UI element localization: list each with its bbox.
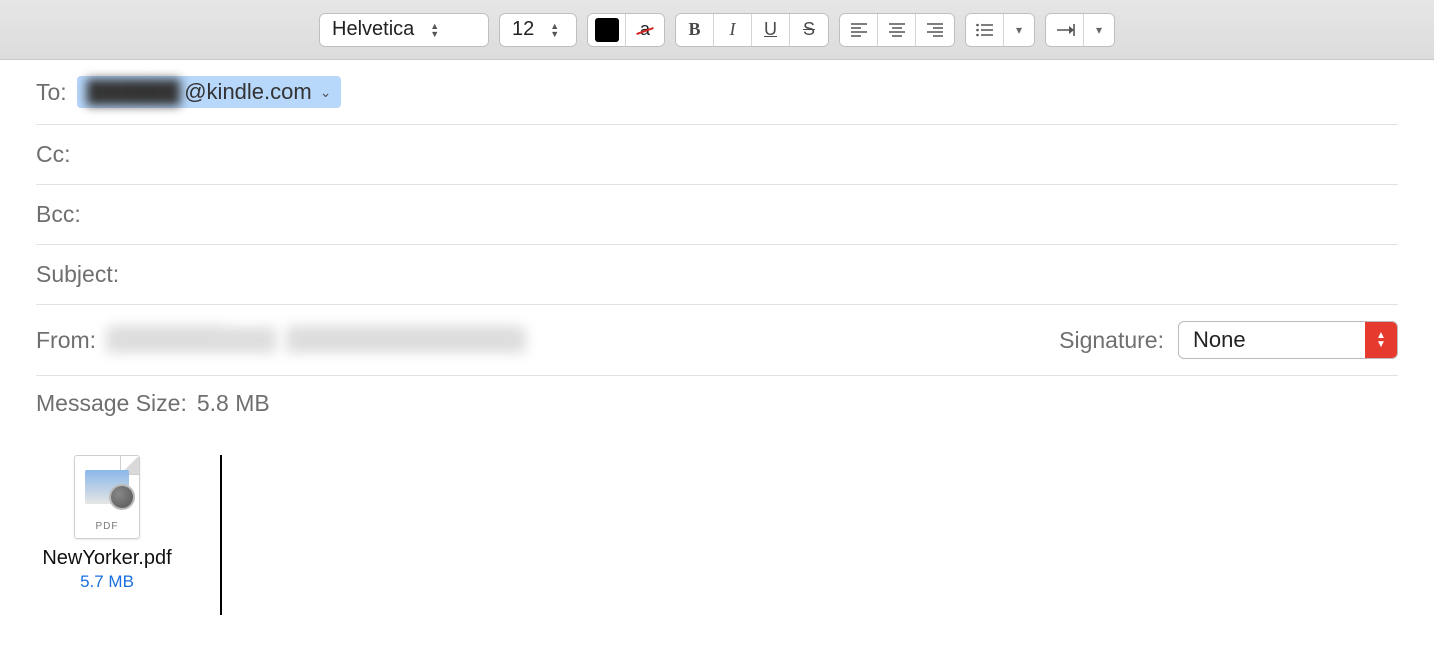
align-left-icon: [850, 23, 868, 37]
pdf-file-icon: PDF: [74, 455, 140, 539]
subject-row: Subject:: [36, 245, 1398, 305]
text-cursor: [220, 455, 222, 615]
bold-button[interactable]: B: [676, 14, 714, 46]
from-row: From: ██████████ ████████████████████ Si…: [36, 305, 1398, 376]
to-recipient-visible: @kindle.com: [184, 79, 312, 105]
to-row: To: ██████ @kindle.com ⌄: [36, 60, 1398, 125]
indent-button[interactable]: [1046, 14, 1084, 46]
cc-input[interactable]: [81, 141, 1399, 168]
from-name-hidden: ██████████: [106, 327, 276, 353]
align-right-button[interactable]: [916, 14, 954, 46]
font-family-value: Helvetica: [332, 18, 414, 41]
subject-input[interactable]: [129, 261, 1398, 288]
list-group: ▾: [965, 13, 1035, 47]
font-size-select[interactable]: 12 ▲▼: [499, 13, 577, 47]
indent-icon: [1055, 23, 1075, 37]
align-group: [839, 13, 955, 47]
bcc-row: Bcc:: [36, 185, 1398, 245]
cc-row: Cc:: [36, 125, 1398, 185]
attachment-filesize: 5.7 MB: [28, 572, 186, 592]
cc-label: Cc:: [36, 141, 71, 168]
align-center-icon: [888, 23, 906, 37]
pdf-thumbnail-icon: [85, 470, 129, 504]
text-color-button[interactable]: [588, 14, 626, 46]
align-right-icon: [926, 23, 944, 37]
from-label: From:: [36, 327, 96, 354]
indent-group: ▾: [1045, 13, 1115, 47]
chevron-down-icon: ▾: [1096, 23, 1102, 37]
align-left-button[interactable]: [840, 14, 878, 46]
bcc-label: Bcc:: [36, 201, 81, 228]
message-body[interactable]: PDF NewYorker.pdf 5.7 MB: [0, 431, 1434, 639]
signature-label: Signature:: [1059, 327, 1164, 354]
strikethrough-button[interactable]: S: [790, 14, 828, 46]
to-label: To:: [36, 79, 67, 106]
highlight-none-button[interactable]: a: [626, 14, 664, 46]
attachment[interactable]: PDF NewYorker.pdf 5.7 MB: [22, 455, 192, 592]
stepper-icon: ▲▼: [550, 22, 559, 38]
pdf-type-label: PDF: [75, 521, 139, 532]
font-family-select[interactable]: Helvetica ▲▼: [319, 13, 489, 47]
stepper-icon: ▲▼: [1365, 322, 1397, 358]
message-header: To: ██████ @kindle.com ⌄ Cc: Bcc: Subjec…: [0, 60, 1434, 431]
format-toolbar: Helvetica ▲▼ 12 ▲▼ a B I U S: [0, 0, 1434, 60]
message-size-value: 5.8 MB: [197, 390, 270, 417]
color-group: a: [587, 13, 665, 47]
indent-dropdown-button[interactable]: ▾: [1084, 14, 1114, 46]
font-size-value: 12: [512, 18, 534, 41]
attachment-filename: NewYorker.pdf: [28, 547, 186, 570]
underline-button[interactable]: U: [752, 14, 790, 46]
to-input[interactable]: [351, 79, 1398, 106]
signature-value: None: [1193, 327, 1246, 353]
list-button[interactable]: [966, 14, 1004, 46]
stepper-icon: ▲▼: [430, 22, 439, 38]
color-swatch-icon: [595, 18, 619, 42]
subject-label: Subject:: [36, 261, 119, 288]
italic-button[interactable]: I: [714, 14, 752, 46]
bcc-input[interactable]: [91, 201, 1398, 228]
message-size-row: Message Size: 5.8 MB: [36, 376, 1398, 431]
chevron-down-icon: ▾: [1016, 23, 1022, 37]
to-recipient-chip[interactable]: ██████ @kindle.com ⌄: [77, 76, 342, 108]
signature-wrap: Signature: None ▲▼: [1059, 321, 1398, 359]
signature-select[interactable]: None ▲▼: [1178, 321, 1398, 359]
message-size-label: Message Size:: [36, 390, 187, 417]
chevron-down-icon: ⌄: [320, 84, 332, 101]
to-recipient-hidden: ██████: [87, 79, 181, 105]
no-highlight-icon: a: [640, 19, 650, 40]
list-icon: [976, 23, 994, 37]
align-center-button[interactable]: [878, 14, 916, 46]
from-email-hidden: ████████████████████: [286, 327, 526, 353]
list-dropdown-button[interactable]: ▾: [1004, 14, 1034, 46]
style-group: B I U S: [675, 13, 829, 47]
